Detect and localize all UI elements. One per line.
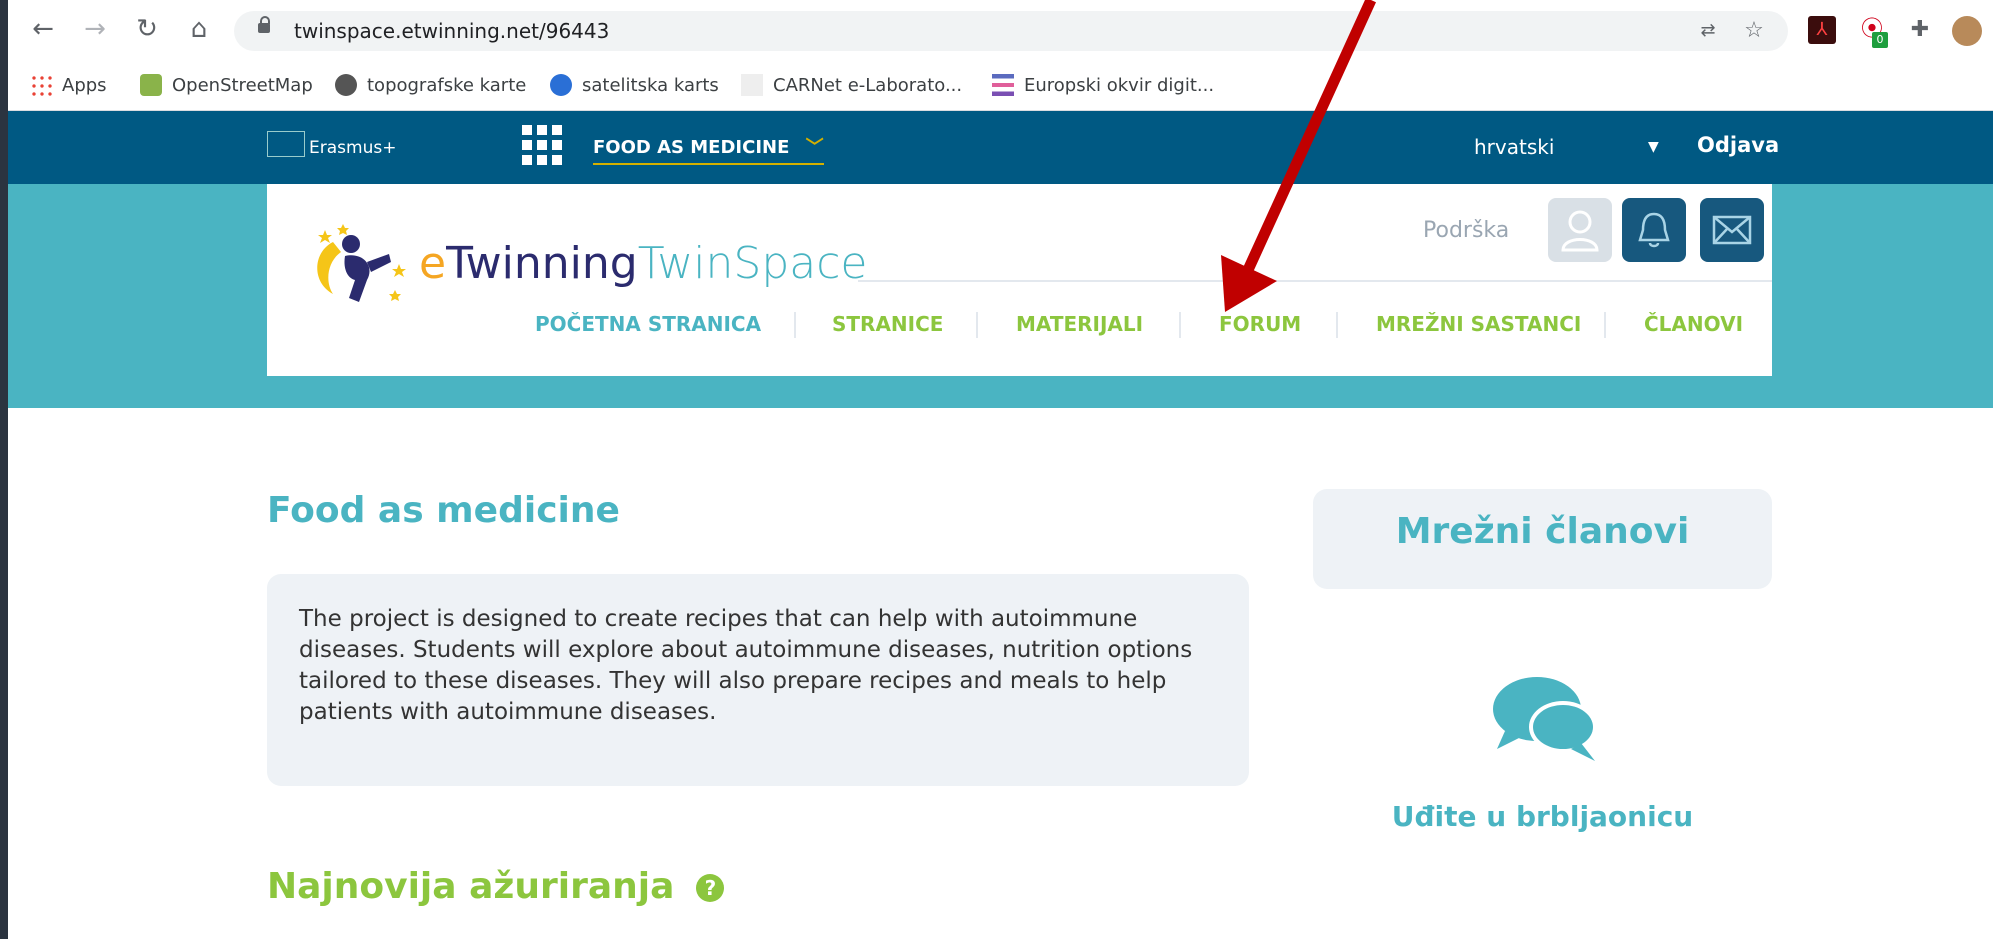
chat-bubbles-icon[interactable] xyxy=(1491,675,1601,765)
help-icon[interactable]: ? xyxy=(696,874,725,902)
browser-window: ← → ↻ ⌂ twinspace.etwinning.net/96443 ⇄ … xyxy=(8,0,1993,939)
translate-icon[interactable]: ⇄ xyxy=(1694,17,1722,45)
language-select[interactable]: hrvatski xyxy=(1474,135,1554,159)
security-extension-icon[interactable]: ⦿ 0 xyxy=(1858,16,1888,48)
apps-grid-icon xyxy=(30,74,52,96)
star-icon[interactable]: ☆ xyxy=(1740,17,1768,45)
lock-icon xyxy=(258,16,270,33)
nav-pocetna-stranica[interactable]: POČETNA STRANICA xyxy=(535,312,761,336)
bookmark-label: Europski okvir digit... xyxy=(1024,74,1215,96)
user-icon xyxy=(1561,210,1599,252)
bookmark-carnet[interactable]: CARNet e-Laborato... xyxy=(741,70,962,100)
erasmus-logo[interactable]: Erasmus+ xyxy=(267,131,397,161)
nav-clanovi[interactable]: ČLANOVI xyxy=(1644,312,1743,336)
apps-grid-icon[interactable] xyxy=(522,125,562,165)
earth-icon xyxy=(550,74,572,96)
online-members-box: Mrežni članovi xyxy=(1313,489,1772,589)
logo-wordmark: eTwinningTwinSpace xyxy=(419,238,867,289)
bookmark-europski-okvir[interactable]: Europski okvir digit... xyxy=(992,70,1214,100)
project-menu-dropdown[interactable]: FOOD AS MEDICINE ﹀ xyxy=(593,133,824,165)
nav-separator xyxy=(1336,312,1338,338)
bookmark-topografske-karte[interactable]: topografske karte xyxy=(335,70,526,100)
logo-twinning: Twinning xyxy=(446,238,638,289)
bookmark-apps[interactable]: Apps xyxy=(30,70,107,100)
eu-flag-icon xyxy=(267,131,305,157)
profile-button[interactable] xyxy=(1548,198,1612,262)
etwinning-logo[interactable]: eTwinningTwinSpace xyxy=(303,222,867,302)
erasmus-label: Erasmus+ xyxy=(309,138,397,158)
project-menu-label: FOOD AS MEDICINE xyxy=(593,137,790,158)
carnet-icon xyxy=(741,74,763,96)
nav-materijali[interactable]: MATERIJALI xyxy=(1016,312,1143,336)
messages-button[interactable] xyxy=(1700,198,1764,262)
enter-chat-link[interactable]: Uđite u brbljaonicu xyxy=(1313,800,1772,833)
menu-lines-icon xyxy=(992,74,1014,96)
caret-down-icon[interactable]: ▼ xyxy=(1648,139,1659,155)
logout-link[interactable]: Odjava xyxy=(1697,133,1779,157)
home-icon[interactable]: ⌂ xyxy=(184,14,214,44)
header-divider xyxy=(858,280,1772,282)
osm-icon xyxy=(140,74,162,96)
project-description: The project is designed to create recipe… xyxy=(299,606,1193,725)
nav-forum[interactable]: FORUM xyxy=(1219,312,1301,336)
support-link[interactable]: Podrška xyxy=(1423,218,1509,243)
bookmarks-bar: Apps OpenStreetMap topografske karte sat… xyxy=(8,62,1993,111)
pdf-extension-icon[interactable]: ⅄ xyxy=(1808,16,1836,44)
header-card: eTwinningTwinSpace Podrška POČETNA STRAN… xyxy=(267,184,1772,376)
nav-separator xyxy=(794,312,796,338)
bookmark-label: CARNet e-Laborato... xyxy=(773,74,963,96)
nav-separator xyxy=(1604,312,1606,338)
globe-icon xyxy=(335,74,357,96)
nav-separator xyxy=(1179,312,1181,338)
etwinning-figures-icon xyxy=(317,224,406,302)
profile-avatar-icon[interactable] xyxy=(1952,16,1982,46)
bookmark-label: OpenStreetMap xyxy=(172,74,313,96)
main-navigation: POČETNA STRANICA STRANICE MATERIJALI FOR… xyxy=(267,312,1772,342)
latest-updates-label: Najnovija ažuriranja xyxy=(267,866,675,907)
reload-icon[interactable]: ↻ xyxy=(132,14,162,44)
logo-e: e xyxy=(419,238,447,289)
forward-arrow-icon[interactable]: → xyxy=(80,14,110,44)
project-title: Food as medicine xyxy=(267,490,620,531)
envelope-icon xyxy=(1712,215,1752,245)
bookmark-label: topografske karte xyxy=(367,74,527,96)
address-bar[interactable]: twinspace.etwinning.net/96443 ⇄ ☆ xyxy=(234,11,1788,51)
bookmark-label: Apps xyxy=(62,74,107,96)
project-description-box: The project is designed to create recipe… xyxy=(267,574,1249,786)
nav-separator xyxy=(976,312,978,338)
back-arrow-icon[interactable]: ← xyxy=(28,14,58,44)
browser-toolbar: ← → ↻ ⌂ twinspace.etwinning.net/96443 ⇄ … xyxy=(8,0,1993,62)
bookmark-satelitska-karts[interactable]: satelitska karts xyxy=(550,70,719,100)
logo-twinspace: TwinSpace xyxy=(637,238,868,289)
nav-mrezni-sastanci[interactable]: MREŽNI SASTANCI xyxy=(1376,312,1581,336)
latest-updates-heading: Najnovija ažuriranja? xyxy=(267,866,725,907)
nav-stranice[interactable]: STRANICE xyxy=(832,312,943,336)
online-members-heading: Mrežni članovi xyxy=(1395,511,1690,552)
url-text: twinspace.etwinning.net/96443 xyxy=(294,19,610,43)
bell-icon xyxy=(1638,212,1670,248)
bookmark-openstreetmap[interactable]: OpenStreetMap xyxy=(140,70,313,100)
puzzle-extensions-icon[interactable]: ✚ xyxy=(1906,16,1934,44)
site-topbar: Erasmus+ FOOD AS MEDICINE ﹀ hrvatski ▼ O… xyxy=(8,111,1993,184)
notifications-button[interactable] xyxy=(1622,198,1686,262)
bookmark-label: satelitska karts xyxy=(582,74,719,96)
extension-badge: 0 xyxy=(1872,32,1888,48)
chevron-down-icon: ﹀ xyxy=(805,137,824,158)
